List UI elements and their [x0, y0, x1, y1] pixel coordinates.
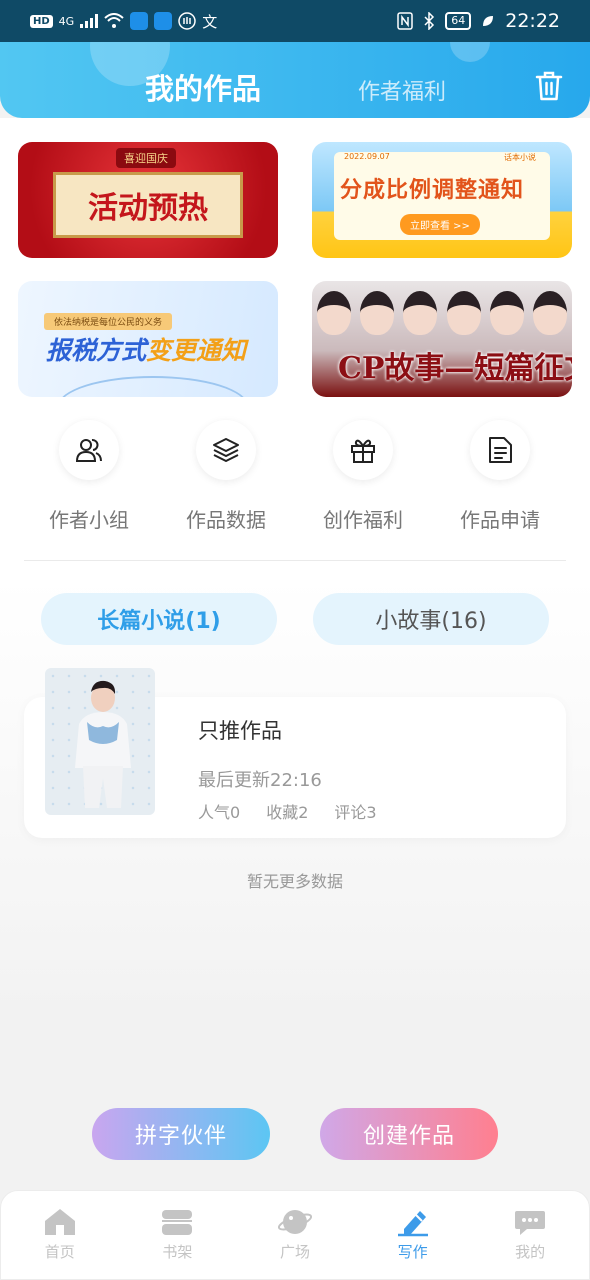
layers-icon [196, 420, 256, 480]
tabbar-label: 书架 [162, 1243, 193, 1261]
banner-decoration [58, 376, 248, 397]
portrait-image [533, 291, 568, 335]
signal-icon [80, 14, 99, 28]
tab-short-story[interactable]: 小故事(16) [313, 593, 549, 645]
work-title: 只推作品 [198, 719, 282, 743]
portrait-image [446, 291, 481, 335]
create-work-button[interactable]: 创建作品 [320, 1108, 498, 1160]
home-icon [44, 1209, 75, 1235]
tabbar-item-mine[interactable]: 我的 [471, 1191, 589, 1279]
tabbar-item-square[interactable]: 广场 [236, 1191, 354, 1279]
banner-tax-notice[interactable]: 依法纳税是每位公民的义务 报税方式变更通知 [18, 281, 278, 397]
translate-indicator: 文 [202, 12, 218, 31]
nfc-icon [397, 12, 413, 30]
quick-action-label: 作者小组 [49, 508, 129, 532]
portrait-image [359, 291, 394, 335]
tab-long-novel[interactable]: 长篇小说(1) [41, 593, 277, 645]
group-icon [59, 420, 119, 480]
tab-author-benefits[interactable]: 作者福利 [358, 74, 446, 106]
bluetooth-icon [424, 12, 435, 30]
work-comments: 评论3 [334, 803, 377, 822]
banner-title: 报税方式变更通知 [46, 331, 246, 367]
banner-cp-story-contest[interactable]: CP故事—短篇征文 [312, 281, 572, 397]
tab-my-works[interactable]: 我的作品 [145, 66, 261, 108]
work-last-updated: 最后更新22:16 [198, 770, 322, 791]
portrait-image [403, 291, 438, 335]
banner-title: CP故事—短篇征文 [338, 351, 572, 386]
wifi-icon [104, 13, 124, 28]
writing-partner-button[interactable]: 拼字伙伴 [92, 1108, 270, 1160]
work-favorites: 收藏2 [266, 803, 309, 822]
tabbar-label: 写作 [397, 1243, 428, 1261]
banner-title-accent: 变更通知 [146, 336, 247, 365]
quick-action-work-data[interactable]: 作品数据 [161, 420, 291, 533]
banner-title: 分成比例调整通知 [340, 178, 525, 203]
planet-icon [277, 1210, 312, 1234]
search-app-icon [154, 12, 173, 30]
chat-icon [515, 1211, 546, 1235]
work-popularity: 人气0 [198, 803, 241, 822]
banner-title-main: 报税方式 [46, 336, 147, 365]
header-decoration [450, 42, 490, 62]
work-stats: 人气0 收藏2 评论3 [198, 799, 377, 823]
trash-icon[interactable] [534, 70, 564, 102]
tabbar-label: 我的 [515, 1243, 546, 1261]
portrait-image [316, 291, 351, 335]
pen-icon [397, 1211, 428, 1237]
network-label: 4G [58, 14, 75, 28]
status-bar: HD 4G 文 64 22:22 [0, 0, 590, 42]
battery-indicator: 64 [445, 12, 472, 30]
banner-view-button: 立即查看 >> [400, 214, 480, 235]
hand-icon [178, 12, 196, 30]
app-notification-icon [130, 12, 149, 30]
banner-revenue-share-notice[interactable]: 2022.09.07 话本小说 分成比例调整通知 立即查看 >> [312, 142, 572, 258]
tabbar-label: 广场 [279, 1243, 310, 1261]
quick-action-label: 作品数据 [186, 508, 266, 532]
quick-action-author-group[interactable]: 作者小组 [24, 420, 154, 533]
hd-badge: HD [30, 14, 53, 28]
banner-subtitle: 依法纳税是每位公民的义务 [44, 313, 173, 330]
leaf-icon [483, 16, 494, 26]
work-cover-image[interactable] [45, 668, 155, 815]
quick-actions: 作者小组 作品数据 创作福利 作品申请 [0, 420, 590, 540]
quick-action-creation-benefits[interactable]: 创作福利 [298, 420, 428, 533]
tabbar-label: 首页 [44, 1243, 75, 1261]
bookshelf-icon [162, 1210, 193, 1235]
tabbar-item-home[interactable]: 首页 [1, 1191, 119, 1279]
document-icon [470, 420, 530, 480]
quick-action-label: 创作福利 [323, 508, 403, 532]
tabbar-item-bookshelf[interactable]: 书架 [119, 1191, 237, 1279]
banner-source: 话本小说 [504, 153, 536, 162]
banner-title: 活动预热 [53, 172, 243, 238]
clock: 22:22 [505, 10, 560, 32]
quick-action-label: 作品申请 [460, 508, 540, 532]
cover-figure [75, 680, 131, 808]
top-header: 我的作品 作者福利 [0, 42, 590, 118]
gift-icon [333, 420, 393, 480]
quick-action-work-application[interactable]: 作品申请 [435, 420, 565, 533]
main-content: 喜迎国庆 活动预热 2022.09.07 话本小说 分成比例调整通知 立即查看 … [0, 118, 590, 1190]
banner-event-preheat[interactable]: 喜迎国庆 活动预热 [18, 142, 278, 258]
no-more-data-text: 暂无更多数据 [246, 872, 343, 891]
tabbar-item-write[interactable]: 写作 [354, 1191, 472, 1279]
portrait-image [489, 291, 524, 335]
bottom-tab-bar: 首页 书架 广场 写作 我的 [0, 1190, 590, 1280]
divider [24, 560, 566, 561]
banner-date: 2022.09.07 [344, 152, 390, 161]
banner-tag: 喜迎国庆 [116, 148, 176, 168]
